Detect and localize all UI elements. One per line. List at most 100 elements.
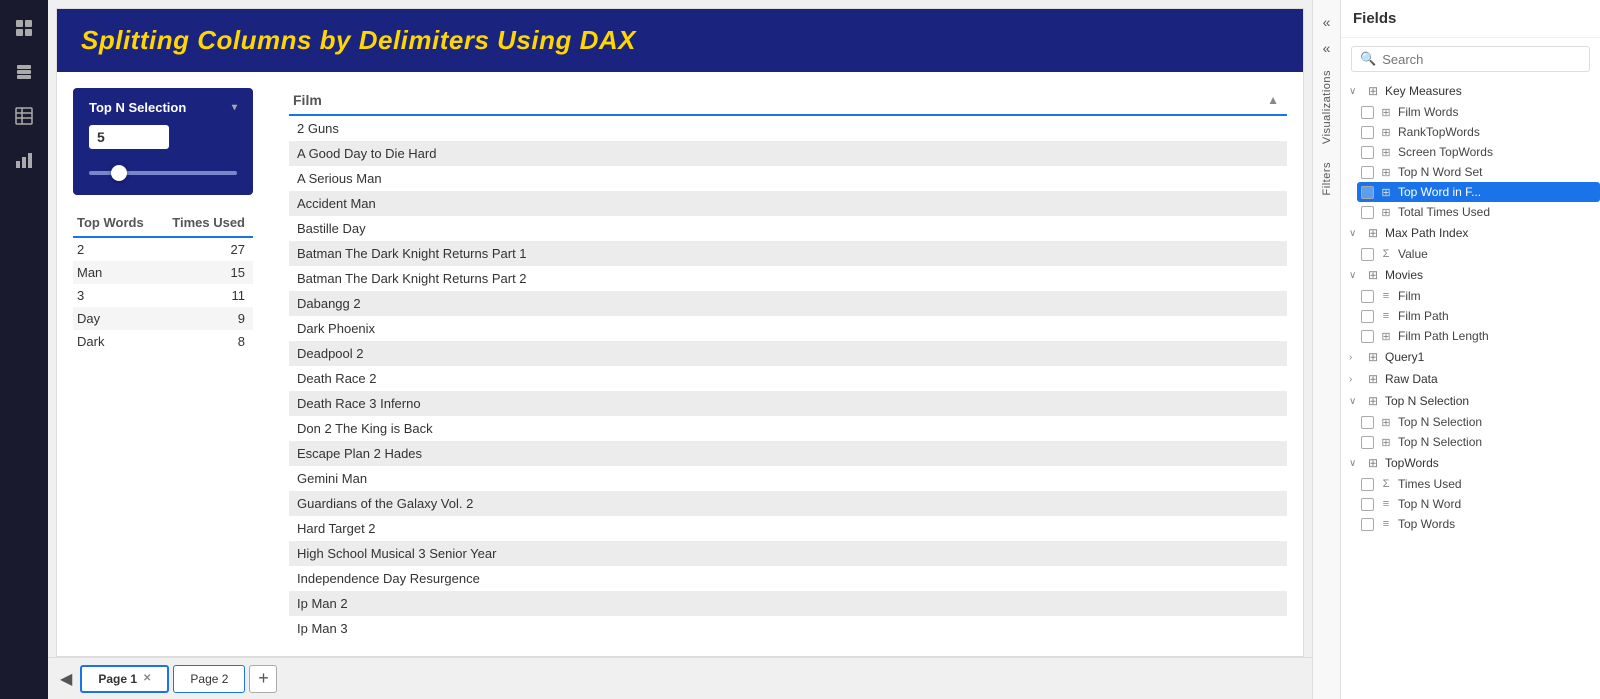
field-item[interactable]: ≡Film Path xyxy=(1357,306,1600,326)
grid-icon[interactable] xyxy=(6,10,42,46)
film-list-scroll[interactable]: 2 GunsA Good Day to Die HardA Serious Ma… xyxy=(289,116,1287,640)
field-group: ∨⊞Movies ≡ Film ≡Film Path⊞Film Path Length xyxy=(1341,264,1600,346)
field-group: ∨⊞Key Measures⊞Film Words⊞RankTopWords⊞S… xyxy=(1341,80,1600,222)
field-checkbox[interactable] xyxy=(1361,146,1374,159)
search-input[interactable] xyxy=(1382,52,1581,67)
field-group-header-raw-data[interactable]: ›⊞Raw Data xyxy=(1341,368,1600,390)
report-title: Splitting Columns by Delimiters Using DA… xyxy=(81,25,1279,56)
field-checkbox[interactable] xyxy=(1361,166,1374,179)
filters-tab[interactable]: Filters xyxy=(1319,154,1335,203)
field-checkbox[interactable] xyxy=(1361,126,1374,139)
field-checkbox[interactable] xyxy=(1361,518,1374,531)
film-list-item[interactable]: Ip Man 3 xyxy=(289,616,1287,640)
field-checkbox[interactable] xyxy=(1361,106,1374,119)
film-list-item[interactable]: Hard Target 2 xyxy=(289,516,1287,541)
table-icon[interactable] xyxy=(6,98,42,134)
field-item[interactable]: ≡Top Words xyxy=(1357,514,1600,534)
film-scroll-up-icon[interactable]: ▲ xyxy=(1267,93,1279,107)
film-list-item[interactable]: Batman The Dark Knight Returns Part 1 xyxy=(289,241,1287,266)
field-item[interactable]: ⊞Top N Word Set xyxy=(1357,162,1600,182)
slider-thumb[interactable] xyxy=(111,165,127,181)
field-item[interactable]: ≡Top N Word xyxy=(1357,494,1600,514)
film-list-item[interactable]: Guardians of the Galaxy Vol. 2 xyxy=(289,491,1287,516)
field-checkbox[interactable] xyxy=(1361,186,1374,199)
field-item[interactable]: ⊞Top N Selection xyxy=(1357,432,1600,452)
field-checkbox[interactable] xyxy=(1361,206,1374,219)
visualizations-tab[interactable]: Visualizations xyxy=(1319,62,1335,152)
field-item[interactable]: ⊞Film Words xyxy=(1357,102,1600,122)
word-cell: Day xyxy=(73,307,160,330)
field-item[interactable]: ΣTimes Used xyxy=(1357,474,1600,494)
field-item[interactable]: ≡ Film xyxy=(1357,286,1600,306)
field-name-label: Film Path Length xyxy=(1398,329,1592,343)
field-checkbox[interactable] xyxy=(1361,436,1374,449)
topn-widget: Top N Selection ▾ 5 xyxy=(73,88,253,195)
field-name-label: Top N Word xyxy=(1398,497,1592,511)
collapse-panel-button-1[interactable]: « xyxy=(1323,10,1331,34)
field-type-icon: ≡ xyxy=(1378,290,1394,302)
tab-close-1[interactable]: ✕ xyxy=(143,673,151,684)
count-cell: 11 xyxy=(160,284,253,307)
prev-page-button[interactable]: ◀ xyxy=(56,669,76,689)
field-name-label: Screen TopWords xyxy=(1398,145,1592,159)
field-group-header-movies[interactable]: ∨⊞Movies xyxy=(1341,264,1600,286)
film-list-item[interactable]: Dabangg 2 xyxy=(289,291,1287,316)
field-group: ›⊞Query1 xyxy=(1341,346,1600,368)
film-list-item[interactable]: Escape Plan 2 Hades xyxy=(289,441,1287,466)
field-group-header-max-path-index[interactable]: ∨⊞Max Path Index xyxy=(1341,222,1600,244)
field-item[interactable]: ⊞Film Path Length xyxy=(1357,326,1600,346)
field-name-label: Film xyxy=(1398,289,1592,303)
film-list-item[interactable]: Ip Man 2 xyxy=(289,591,1287,616)
page-tab-2[interactable]: Page 2 xyxy=(173,665,245,693)
layers-icon[interactable] xyxy=(6,54,42,90)
field-item[interactable]: ΣValue xyxy=(1357,244,1600,264)
film-list-item[interactable]: Death Race 2 xyxy=(289,366,1287,391)
field-item[interactable]: ⊞RankTopWords xyxy=(1357,122,1600,142)
film-list-item[interactable]: Death Race 3 Inferno xyxy=(289,391,1287,416)
topn-slider[interactable] xyxy=(89,163,237,183)
field-name-label: Top N Word Set xyxy=(1398,165,1592,179)
field-group-header-top-n-selection[interactable]: ∨⊞Top N Selection xyxy=(1341,390,1600,412)
field-checkbox[interactable] xyxy=(1361,330,1374,343)
field-group-header-key-measures[interactable]: ∨⊞Key Measures xyxy=(1341,80,1600,102)
field-item[interactable]: ⊞Top Word in F... xyxy=(1357,182,1600,202)
field-group-header-topwords[interactable]: ∨⊞TopWords xyxy=(1341,452,1600,474)
field-name-label: Total Times Used xyxy=(1398,205,1592,219)
field-checkbox[interactable] xyxy=(1361,478,1374,491)
analytics-icon[interactable] xyxy=(6,142,42,178)
field-checkbox[interactable] xyxy=(1361,248,1374,261)
field-group: ∨⊞Max Path IndexΣValue xyxy=(1341,222,1600,264)
film-list-item[interactable]: Deadpool 2 xyxy=(289,341,1287,366)
field-name-label: Film Path xyxy=(1398,309,1592,323)
field-checkbox[interactable] xyxy=(1361,290,1374,303)
field-item[interactable]: ⊞Total Times Used xyxy=(1357,202,1600,222)
film-list-item[interactable]: A Serious Man xyxy=(289,166,1287,191)
field-checkbox[interactable] xyxy=(1361,310,1374,323)
add-page-button[interactable]: + xyxy=(249,665,277,693)
film-list-item[interactable]: Bastille Day xyxy=(289,216,1287,241)
field-checkbox[interactable] xyxy=(1361,498,1374,511)
field-item[interactable]: ⊞Screen TopWords xyxy=(1357,142,1600,162)
film-list-item[interactable]: Gemini Man xyxy=(289,466,1287,491)
film-list-item[interactable]: High School Musical 3 Senior Year xyxy=(289,541,1287,566)
field-item[interactable]: ⊞ Top N Selection xyxy=(1357,412,1600,432)
film-list-item[interactable]: Batman The Dark Knight Returns Part 2 xyxy=(289,266,1287,291)
film-list-item[interactable]: 2 Guns xyxy=(289,116,1287,141)
field-name-label: RankTopWords xyxy=(1398,125,1592,139)
film-list-item[interactable]: Accident Man xyxy=(289,191,1287,216)
page-tab-1[interactable]: Page 1 ✕ xyxy=(80,665,169,693)
field-name-label: Top N Selection xyxy=(1398,415,1592,429)
topn-dropdown-arrow[interactable]: ▾ xyxy=(232,102,237,113)
field-checkbox[interactable] xyxy=(1361,416,1374,429)
search-box[interactable]: 🔍 xyxy=(1351,46,1590,72)
field-type-icon: ⊞ xyxy=(1378,416,1394,429)
field-group-header-query1[interactable]: ›⊞Query1 xyxy=(1341,346,1600,368)
film-list-item[interactable]: Don 2 The King is Back xyxy=(289,416,1287,441)
film-list-item[interactable]: A Good Day to Die Hard xyxy=(289,141,1287,166)
topn-value-box[interactable]: 5 xyxy=(89,125,169,149)
field-group: ›⊞Raw Data xyxy=(1341,368,1600,390)
film-list-item[interactable]: Independence Day Resurgence xyxy=(289,566,1287,591)
film-list-item[interactable]: Dark Phoenix xyxy=(289,316,1287,341)
collapse-panel-button-2[interactable]: « xyxy=(1323,36,1331,60)
main-area: Splitting Columns by Delimiters Using DA… xyxy=(48,0,1312,699)
